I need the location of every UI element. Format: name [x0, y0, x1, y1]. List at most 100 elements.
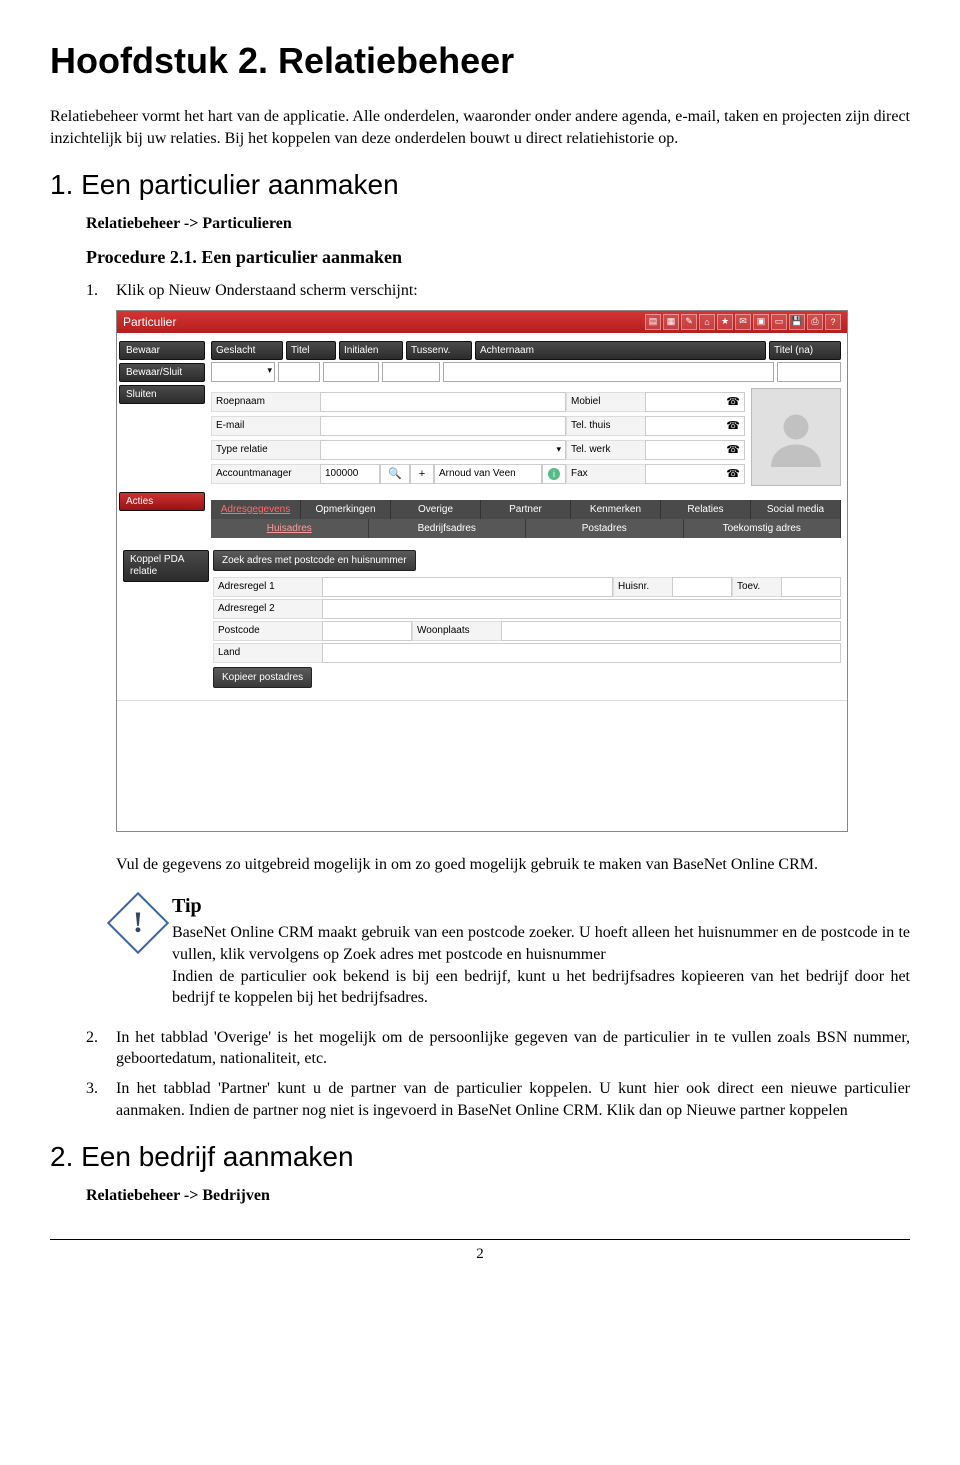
koppel-pda-button[interactable]: Koppel PDA relatie: [123, 550, 209, 582]
titel-header: Titel: [286, 341, 336, 360]
adresregel1-label: Adresregel 1: [213, 577, 322, 597]
tab-overige[interactable]: Overige: [391, 500, 481, 519]
section-1-breadcrumb: Relatiebeheer -> Particulieren: [86, 215, 910, 233]
window-title: Particulier: [123, 315, 176, 329]
note-icon[interactable]: ✉: [735, 314, 751, 330]
kopieer-postadres-button[interactable]: Kopieer postadres: [213, 667, 312, 688]
zoek-adres-button[interactable]: Zoek adres met postcode en huisnummer: [213, 550, 416, 571]
huisnr-label: Huisnr.: [613, 577, 672, 597]
step-3-num: 3.: [86, 1078, 116, 1121]
tab-kenmerken[interactable]: Kenmerken: [571, 500, 661, 519]
account-id[interactable]: 100000: [320, 464, 380, 484]
woonplaats-label: Woonplaats: [412, 621, 501, 641]
subtab-huisadres[interactable]: Huisadres: [211, 519, 369, 538]
step-3-text: In het tabblad 'Partner' kunt u de partn…: [116, 1078, 910, 1121]
telwerk-label: Tel. werk: [566, 440, 645, 460]
info-icon[interactable]: i: [542, 464, 566, 484]
bewaar-button[interactable]: Bewaar: [119, 341, 205, 360]
subtab-postadres[interactable]: Postadres: [526, 519, 684, 538]
tip-exclaim-icon: !: [107, 892, 169, 954]
achternaam-header: Achternaam: [475, 341, 766, 360]
roepnaam-input[interactable]: [320, 392, 566, 412]
land-label: Land: [213, 643, 322, 663]
phone-icon: ☎: [726, 419, 740, 432]
tip-body-a: BaseNet Online CRM maakt gebruik van een…: [172, 922, 910, 965]
section-2-title: 2. Een bedrijf aanmaken: [50, 1141, 910, 1173]
tab-socialmedia[interactable]: Social media: [751, 500, 841, 519]
subtab-toekomstig[interactable]: Toekomstig adres: [684, 519, 842, 538]
embedded-screenshot: Particulier ▤ ▦ ✎ ⌂ ★ ✉ ▣ ▭ 💾 ⎙ ? Bewaar…: [116, 310, 910, 832]
calendar-icon[interactable]: ▣: [753, 314, 769, 330]
achternaam-input[interactable]: [443, 362, 774, 382]
disk-icon[interactable]: 💾: [789, 314, 805, 330]
geslacht-header: Geslacht: [211, 341, 283, 360]
sub-tabs: Huisadres Bedrijfsadres Postadres Toekom…: [211, 519, 841, 538]
page-footer: 2: [50, 1239, 910, 1263]
phone-icon: ☎: [726, 443, 740, 456]
tab-adresgegevens[interactable]: Adresgegevens: [211, 500, 301, 519]
phone-icon: ☎: [726, 395, 740, 408]
sluiten-button[interactable]: Sluiten: [119, 385, 205, 404]
tussenv-input[interactable]: [382, 362, 440, 382]
initialen-header: Initialen: [339, 341, 403, 360]
postcode-input[interactable]: [322, 621, 412, 641]
initialen-input[interactable]: [323, 362, 379, 382]
telthuis-label: Tel. thuis: [566, 416, 645, 436]
main-tabs: Adresgegevens Opmerkingen Overige Partne…: [211, 500, 841, 519]
titelna-header: Titel (na): [769, 341, 841, 360]
key-icon[interactable]: ✎: [681, 314, 697, 330]
titlebar-icons: ▤ ▦ ✎ ⌂ ★ ✉ ▣ ▭ 💾 ⎙ ?: [645, 314, 841, 330]
postcode-label: Postcode: [213, 621, 322, 641]
avatar-placeholder: [751, 388, 841, 486]
page-number: 2: [476, 1246, 484, 1262]
adresregel2-input[interactable]: [322, 599, 841, 619]
tab-opmerkingen[interactable]: Opmerkingen: [301, 500, 391, 519]
search-icon[interactable]: 🔍: [380, 464, 410, 484]
section-1-title: 1. Een particulier aanmaken: [50, 169, 910, 201]
email-input[interactable]: [320, 416, 566, 436]
tab-partner[interactable]: Partner: [481, 500, 571, 519]
adresregel2-label: Adresregel 2: [213, 599, 322, 619]
doc-icon[interactable]: ▤: [645, 314, 661, 330]
titelna-input[interactable]: [777, 362, 841, 382]
add-icon[interactable]: +: [410, 464, 434, 484]
intro-paragraph: Relatiebeheer vormt het hart van de appl…: [50, 106, 910, 149]
titel-input[interactable]: [278, 362, 320, 382]
subtab-bedrijfsadres[interactable]: Bedrijfsadres: [369, 519, 527, 538]
step-1: 1. Klik op Nieuw Onderstaand scherm vers…: [86, 280, 910, 302]
adresregel1-input[interactable]: [322, 577, 613, 597]
acties-button[interactable]: Acties: [119, 492, 205, 511]
folder-icon[interactable]: ▭: [771, 314, 787, 330]
woonplaats-input[interactable]: [501, 621, 841, 641]
bewaar-sluit-button[interactable]: Bewaar/Sluit: [119, 363, 205, 382]
toev-input[interactable]: [781, 577, 841, 597]
section-2-breadcrumb: Relatiebeheer -> Bedrijven: [86, 1187, 910, 1205]
telwerk-input[interactable]: ☎: [645, 440, 745, 460]
step-1-num: 1.: [86, 280, 116, 302]
page-icon[interactable]: ▦: [663, 314, 679, 330]
print-icon[interactable]: ⎙: [807, 314, 823, 330]
procedure-title: Procedure 2.1. Een particulier aanmaken: [86, 247, 910, 268]
star-icon[interactable]: ★: [717, 314, 733, 330]
tip-block: ! Tip BaseNet Online CRM maakt gebruik v…: [116, 893, 910, 1008]
typerelatie-label: Type relatie: [211, 440, 320, 460]
fax-input[interactable]: ☎: [645, 464, 745, 484]
step-2: 2. In het tabblad 'Overige' is het mogel…: [86, 1027, 910, 1070]
step-2-num: 2.: [86, 1027, 116, 1070]
step-2-text: In het tabblad 'Overige' is het mogelijk…: [116, 1027, 910, 1070]
mobiel-label: Mobiel: [566, 392, 645, 412]
roepnaam-label: Roepnaam: [211, 392, 320, 412]
chapter-title: Hoofdstuk 2. Relatiebeheer: [50, 40, 910, 82]
email-label: E-mail: [211, 416, 320, 436]
land-input[interactable]: [322, 643, 841, 663]
telthuis-input[interactable]: ☎: [645, 416, 745, 436]
geslacht-input[interactable]: ▾: [211, 362, 275, 382]
typerelatie-input[interactable]: ▾: [320, 440, 566, 460]
window-titlebar: Particulier ▤ ▦ ✎ ⌂ ★ ✉ ▣ ▭ 💾 ⎙ ?: [117, 311, 847, 333]
help-icon[interactable]: ?: [825, 314, 841, 330]
huisnr-input[interactable]: [672, 577, 732, 597]
house-icon[interactable]: ⌂: [699, 314, 715, 330]
mobiel-input[interactable]: ☎: [645, 392, 745, 412]
tab-relaties[interactable]: Relaties: [661, 500, 751, 519]
step-1-text: Klik op Nieuw Onderstaand scherm verschi…: [116, 280, 910, 302]
